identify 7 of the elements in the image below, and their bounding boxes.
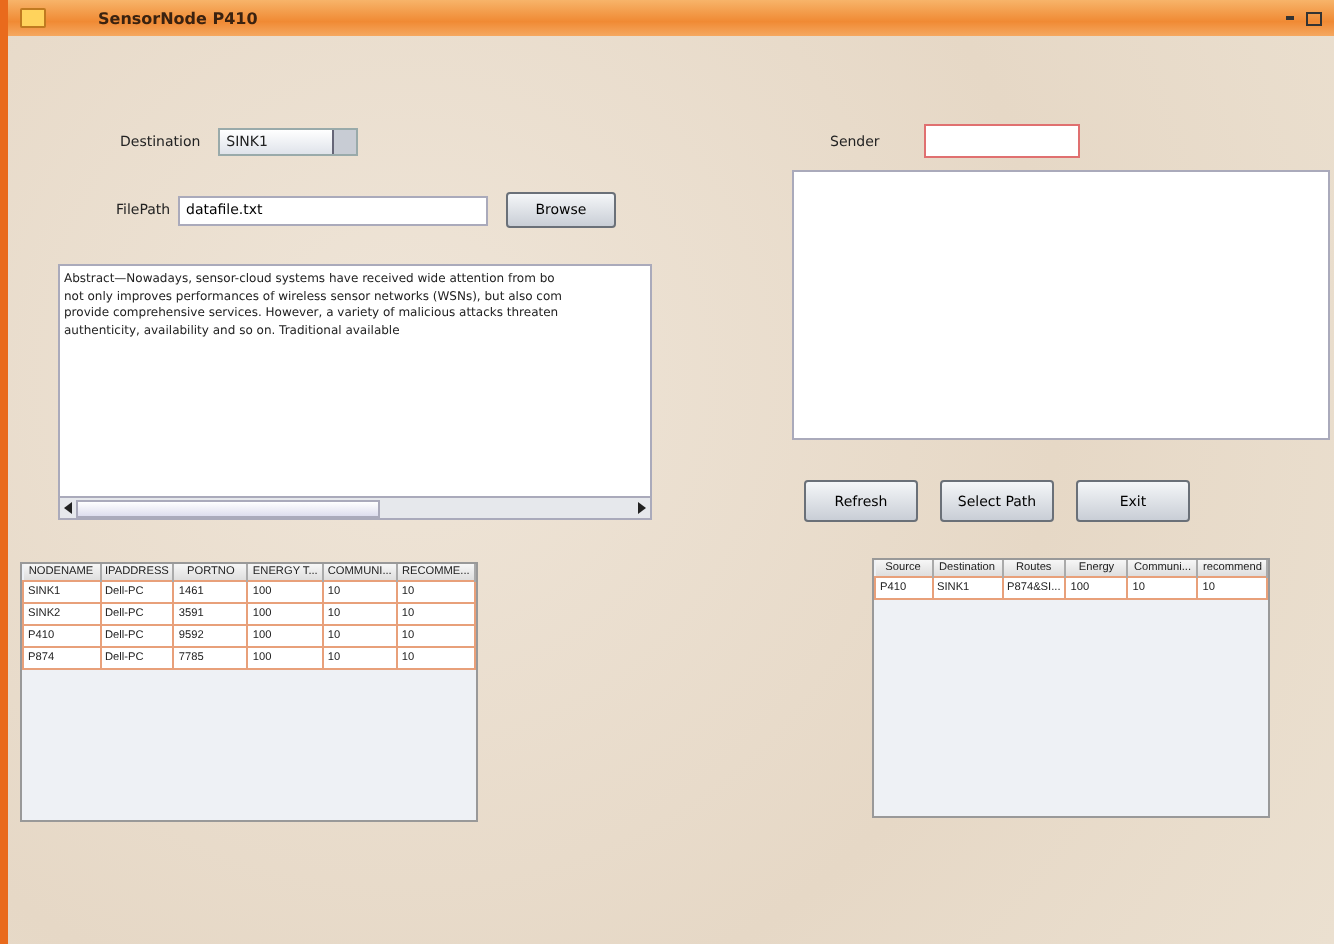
sender-field[interactable]	[924, 124, 1080, 158]
horizontal-scrollbar[interactable]	[60, 496, 650, 518]
maximize-icon[interactable]	[1306, 11, 1322, 25]
scroll-right-icon[interactable]	[638, 502, 646, 514]
app-icon	[20, 8, 46, 28]
text-area[interactable]	[58, 264, 652, 520]
window-title: SensorNode P410	[98, 9, 260, 27]
